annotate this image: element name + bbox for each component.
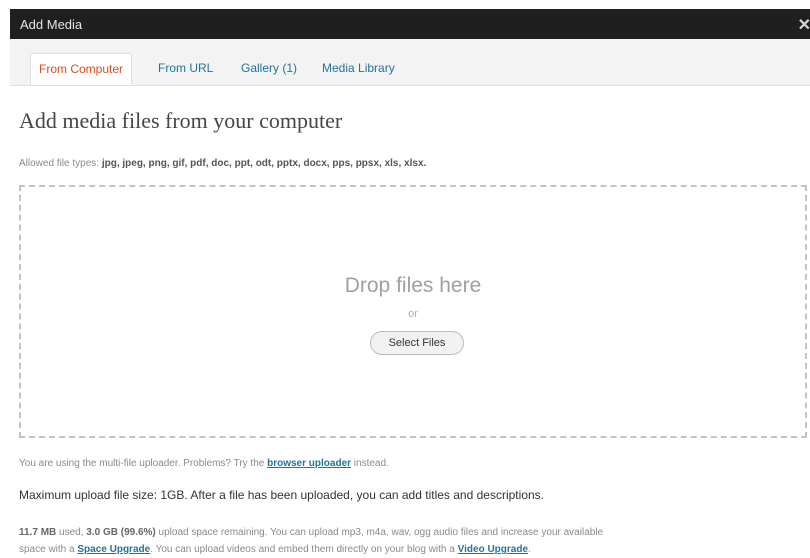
- drop-files-text: Drop files here: [344, 274, 482, 297]
- or-text: or: [408, 308, 418, 320]
- space-line1-rest: upload space remaining. You can upload m…: [158, 527, 604, 538]
- max-upload-size: Maximum upload file size: 1GB. After a f…: [19, 488, 544, 502]
- uploader-note-prefix: You are using the multi-file uploader. P…: [19, 458, 265, 469]
- select-files-button[interactable]: Select Files: [370, 331, 464, 355]
- space-used-suffix: used,: [59, 527, 84, 538]
- allowed-file-types: Allowed file types: jpg, jpeg, png, gif,…: [19, 158, 426, 169]
- tab-media-library[interactable]: Media Library: [314, 53, 403, 85]
- video-upgrade-link[interactable]: Video Upgrade: [458, 544, 528, 555]
- allowed-label: Allowed file types:: [19, 158, 100, 169]
- add-media-modal: Add Media ✕ From Computer From URL Galle…: [0, 0, 810, 558]
- space-used: 11.7 MB: [19, 527, 57, 538]
- modal-title: Add Media: [20, 17, 83, 32]
- uploader-note-suffix: instead.: [353, 458, 389, 469]
- space-line2-mid: . You can upload videos and embed them d…: [150, 544, 455, 555]
- browser-uploader-link[interactable]: browser uploader: [267, 458, 351, 469]
- tab-from-url[interactable]: From URL: [150, 53, 221, 85]
- modal-titlebar: Add Media ✕: [10, 9, 810, 39]
- media-tabs: From Computer From URL Gallery (1) Media…: [10, 39, 810, 86]
- drop-zone[interactable]: Drop files here or Select Files: [19, 185, 807, 438]
- page-title: Add media files from your computer: [19, 108, 343, 133]
- space-line2-prefix: space with a: [19, 544, 75, 555]
- space-upgrade-link[interactable]: Space Upgrade: [77, 544, 150, 555]
- tab-from-computer[interactable]: From Computer: [30, 53, 133, 85]
- uploader-note: You are using the multi-file uploader. P…: [19, 458, 389, 469]
- space-line2-end: .: [528, 544, 531, 555]
- allowed-types-list: jpg, jpeg, png, gif, pdf, doc, ppt, odt,…: [101, 158, 427, 169]
- space-remaining: 3.0 GB (99.6%): [86, 527, 156, 538]
- space-info: 11.7 MB used, 3.0 GB (99.6%) upload spac…: [19, 524, 804, 558]
- close-icon[interactable]: ✕: [798, 15, 810, 35]
- tab-gallery[interactable]: Gallery (1): [233, 53, 305, 85]
